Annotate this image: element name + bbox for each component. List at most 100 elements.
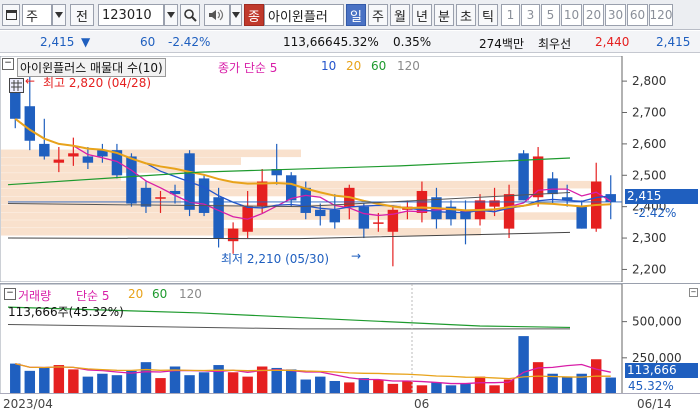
high-label: 최고 2,820 (04/28)	[43, 76, 152, 90]
volume-chart-pane[interactable]: 250,000 500,000 − 거래량 단순 5 20 60 120 113,…	[0, 283, 700, 395]
price-legend-ma10: 10	[321, 59, 337, 73]
market-dropdown[interactable]	[52, 4, 66, 26]
candle-body-5	[82, 156, 94, 163]
price-change: 60	[140, 35, 156, 49]
volume-bar-15	[227, 372, 239, 394]
volume-legend-ma120: 120	[179, 287, 202, 301]
volume-bar-6	[97, 373, 108, 394]
volume-profile-bar-6	[1, 196, 181, 205]
volume-collapse-icon[interactable]: −	[4, 288, 16, 300]
candle-body-37	[547, 178, 558, 195]
sound-dropdown[interactable]	[230, 4, 242, 26]
volume-bar-18	[271, 367, 282, 394]
volume-legend-ma5: 단순 5	[76, 289, 110, 303]
volume-bar-21	[315, 376, 326, 394]
collapse-icon[interactable]: −	[2, 58, 14, 70]
search-icon	[184, 9, 197, 22]
x-label-start: 2023/04	[3, 397, 53, 411]
volume-bar-13	[198, 372, 210, 394]
candle-body-19	[285, 175, 297, 201]
chevron-down-icon	[167, 12, 175, 18]
candle-body-2	[39, 143, 50, 157]
price-tick-label-1: 2,300	[632, 231, 666, 245]
x-axis: 2023/04 06 06/14	[0, 393, 700, 413]
volume-bar-24	[358, 378, 370, 394]
quote-bar: 2,415 ▼ 60 -2.42% 113,666 45.32% 0.35% 2…	[0, 31, 700, 53]
volume-minimize-icon[interactable]: −	[689, 288, 698, 297]
candle-body-24	[358, 206, 370, 229]
period-button-3[interactable]: 년	[412, 4, 432, 26]
candle-body-13	[198, 178, 210, 213]
current-pct-tag: -2.42%	[634, 206, 677, 220]
x-label-mid: 06	[414, 397, 430, 411]
volume-bar-35	[518, 336, 529, 394]
volume-bar-14	[213, 365, 224, 394]
volume-bar-5	[82, 376, 94, 394]
price-legend-ma5: 종가 단순 5	[218, 61, 278, 75]
change-percent: -2.42%	[168, 35, 211, 49]
code-input[interactable]: 123010	[98, 4, 164, 26]
volume-profile-bar-9	[1, 220, 221, 228]
market-value: 주	[26, 9, 38, 25]
tick-count-button-2[interactable]: 5	[541, 4, 560, 26]
tick-count-button-5[interactable]: 30	[605, 4, 626, 26]
stock-name-field[interactable]: 아이윈플러	[264, 4, 344, 26]
ask-price: 2,415	[656, 35, 691, 49]
grid-icon[interactable]	[9, 78, 24, 93]
speaker-icon	[209, 9, 224, 21]
window-icon[interactable]	[2, 4, 20, 26]
price-tick-label-3: 2,500	[632, 168, 666, 182]
current-price: 2,415	[40, 35, 75, 49]
price-chart-pane[interactable]: 2,200 2,300 2,400 2,500 2,600 2,700 2,800 − 아이…	[0, 55, 700, 283]
period-button-1[interactable]: 주	[368, 4, 388, 26]
tick-count-button-3[interactable]: 10	[561, 4, 582, 26]
tick-count-button-1[interactable]: 3	[521, 4, 540, 26]
candle-body-17	[256, 181, 268, 207]
price-legend-ma120: 120	[397, 59, 420, 73]
bid-price: 2,440	[595, 35, 630, 49]
price-tick-label-5: 2,700	[632, 106, 666, 120]
volume-legend-ma60: 60	[152, 287, 168, 301]
grid-icon-glyph	[11, 80, 22, 91]
volume-rate: 45.32%	[333, 35, 379, 49]
chevron-down-icon	[55, 12, 63, 18]
volume-bar-9	[140, 362, 152, 394]
period-button-0[interactable]: 일	[346, 4, 366, 26]
tick-count-button-0[interactable]: 1	[501, 4, 520, 26]
candle-body-34	[503, 194, 515, 229]
candle-body-15	[227, 228, 239, 242]
chevron-down-icon	[232, 12, 240, 18]
volume-bar-38	[561, 376, 573, 394]
current-volume-pct: 45.32%	[628, 379, 674, 393]
tick-count-button-7[interactable]: 120	[649, 4, 673, 26]
high-arrow-icon: ←	[25, 74, 36, 88]
candle-body-9	[140, 187, 152, 207]
code-dropdown[interactable]	[164, 4, 178, 26]
candle-body-22	[329, 209, 341, 223]
all-label: 전	[76, 9, 88, 25]
tick-count-button-4[interactable]: 20	[583, 4, 604, 26]
period-button-2[interactable]: 월	[390, 4, 410, 26]
all-button[interactable]: 전	[70, 4, 94, 26]
toolbar: 주 전 123010 종 아이윈플러 일주월년분초틱 1 3 5 10 20 30 60 12…	[0, 0, 700, 30]
jong-button[interactable]: 종	[244, 4, 264, 26]
volume-bar-25	[373, 379, 384, 394]
volume-bar-8	[126, 370, 137, 394]
volume-tick-label-1: 500,000	[632, 315, 682, 329]
market-select[interactable]: 주	[22, 4, 52, 26]
period-button-4[interactable]: 분	[434, 4, 454, 26]
period-button-5[interactable]: 초	[456, 4, 476, 26]
candle-body-1	[24, 106, 36, 141]
trade-amount: 274백만	[479, 37, 524, 51]
period-button-6[interactable]: 틱	[478, 4, 498, 26]
candle-body-3	[53, 159, 65, 163]
window-icon-glyph	[5, 10, 17, 20]
price-tick-label-6: 2,800	[632, 74, 666, 88]
tick-count-button-6[interactable]: 60	[627, 4, 648, 26]
volume-bar-0	[10, 363, 21, 394]
volume-legend: 거래량	[18, 289, 52, 303]
search-button[interactable]	[180, 4, 200, 26]
sound-button[interactable]	[204, 4, 230, 26]
volume-legend-ma20: 20	[128, 287, 144, 301]
volume-bar-32	[474, 376, 486, 394]
